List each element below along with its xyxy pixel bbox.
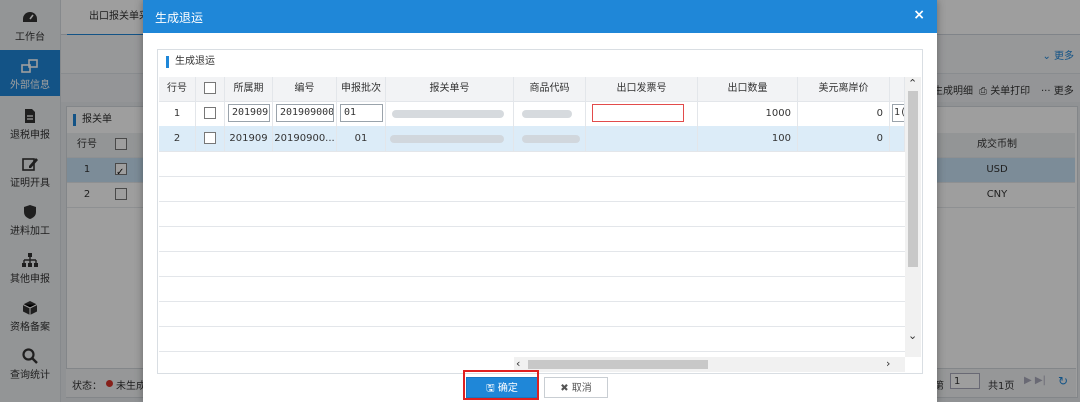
col-select[interactable] bbox=[196, 77, 225, 101]
col-row-no: 行号 bbox=[159, 77, 196, 101]
scroll-left-icon[interactable]: ‹ bbox=[516, 357, 520, 370]
col-product-code: 商品代码 bbox=[514, 77, 586, 101]
batch-cell: 01 bbox=[337, 101, 386, 126]
overflow-cell bbox=[890, 126, 905, 151]
declaration-no-cell bbox=[386, 126, 514, 151]
col-declaration-no: 报关单号 bbox=[386, 77, 514, 101]
empty-row bbox=[159, 201, 905, 227]
table-row[interactable]: 1 201909 20190900001 01 1000 0 1( bbox=[159, 101, 905, 127]
scroll-down-icon[interactable]: ⌄ bbox=[908, 329, 917, 342]
product-code-cell bbox=[514, 126, 586, 151]
period-value: 201909 bbox=[225, 126, 273, 151]
invoice-value bbox=[586, 126, 698, 151]
scroll-up-icon[interactable]: ⌃ bbox=[908, 77, 917, 90]
empty-row bbox=[159, 226, 905, 252]
empty-row bbox=[159, 151, 905, 177]
cancel-button[interactable]: ✖ 取消 bbox=[544, 377, 608, 398]
table-row[interactable]: 2 201909 20190900... 01 100 0 bbox=[159, 126, 905, 152]
scroll-right-icon[interactable]: › bbox=[886, 357, 890, 370]
invoice-cell bbox=[586, 101, 698, 126]
horizontal-scrollbar[interactable]: ‹ › bbox=[514, 357, 905, 372]
table-header: 行号 所属期 编号 申报批次 报关单号 商品代码 出口发票号 出口数量 美元离岸… bbox=[159, 77, 905, 102]
fob-usd: 0 bbox=[798, 126, 890, 151]
period-cell: 201909 bbox=[225, 101, 273, 126]
dialog-title: 生成退运 bbox=[155, 11, 204, 25]
save-icon: 🖫 bbox=[486, 383, 498, 394]
confirm-label: 确定 bbox=[497, 383, 518, 394]
period-input[interactable]: 201909 bbox=[228, 104, 270, 122]
col-invoice-no: 出口发票号 bbox=[586, 77, 698, 101]
empty-row bbox=[159, 326, 905, 352]
row-no: 1 bbox=[159, 101, 196, 126]
confirm-button[interactable]: 🖫 确定 bbox=[466, 377, 538, 398]
return-section: 生成退运 行号 所属期 编号 申报批次 报关单号 商品代码 出口发票号 出口数量… bbox=[157, 49, 923, 374]
cancel-label: 取消 bbox=[571, 383, 592, 394]
export-qty: 1000 bbox=[698, 101, 798, 126]
export-qty: 100 bbox=[698, 126, 798, 151]
empty-row bbox=[159, 251, 905, 277]
generate-return-dialog: 生成退运 × 生成退运 行号 所属期 编号 申报批次 报关单号 商品代码 出口发… bbox=[143, 0, 937, 402]
overflow-cell: 1( bbox=[890, 101, 905, 126]
col-batch: 申报批次 bbox=[337, 77, 386, 101]
row-checkbox-cell[interactable] bbox=[196, 126, 225, 151]
return-grid: 行号 所属期 编号 申报批次 报关单号 商品代码 出口发票号 出口数量 美元离岸… bbox=[159, 77, 905, 357]
number-cell: 20190900001 bbox=[273, 101, 337, 126]
col-number: 编号 bbox=[273, 77, 337, 101]
redacted-value bbox=[390, 135, 504, 143]
batch-value: 01 bbox=[337, 126, 386, 151]
row-checkbox[interactable] bbox=[204, 107, 216, 119]
row-checkbox[interactable] bbox=[204, 132, 216, 144]
fob-usd: 0 bbox=[798, 101, 890, 126]
vertical-scroll-thumb[interactable] bbox=[908, 91, 918, 267]
row-checkbox-cell[interactable] bbox=[196, 101, 225, 126]
horizontal-scroll-thumb[interactable] bbox=[528, 360, 708, 369]
col-fob-usd: 美元离岸价 bbox=[798, 77, 890, 101]
close-icon: ✖ bbox=[560, 383, 572, 394]
vertical-scrollbar[interactable]: ⌃ ⌄ bbox=[905, 77, 921, 357]
empty-row bbox=[159, 276, 905, 302]
dialog-header: 生成退运 × bbox=[143, 0, 937, 33]
batch-input[interactable]: 01 bbox=[340, 104, 383, 122]
row-no: 2 bbox=[159, 126, 196, 151]
empty-row bbox=[159, 176, 905, 202]
overflow-input[interactable]: 1( bbox=[892, 104, 904, 122]
invoice-input[interactable] bbox=[592, 104, 684, 122]
col-export-qty: 出口数量 bbox=[698, 77, 798, 101]
select-all-checkbox[interactable] bbox=[204, 82, 216, 94]
col-overflow bbox=[890, 77, 905, 101]
close-icon[interactable]: × bbox=[913, 7, 925, 23]
product-code-cell bbox=[514, 101, 586, 126]
redacted-value bbox=[392, 110, 504, 118]
number-value: 20190900... bbox=[273, 126, 337, 151]
number-input[interactable]: 20190900001 bbox=[276, 104, 334, 122]
col-period: 所属期 bbox=[225, 77, 273, 101]
section-title: 生成退运 bbox=[166, 56, 215, 68]
redacted-value bbox=[522, 110, 572, 118]
redacted-value bbox=[522, 135, 580, 143]
empty-row bbox=[159, 301, 905, 327]
declaration-no-cell bbox=[386, 101, 514, 126]
